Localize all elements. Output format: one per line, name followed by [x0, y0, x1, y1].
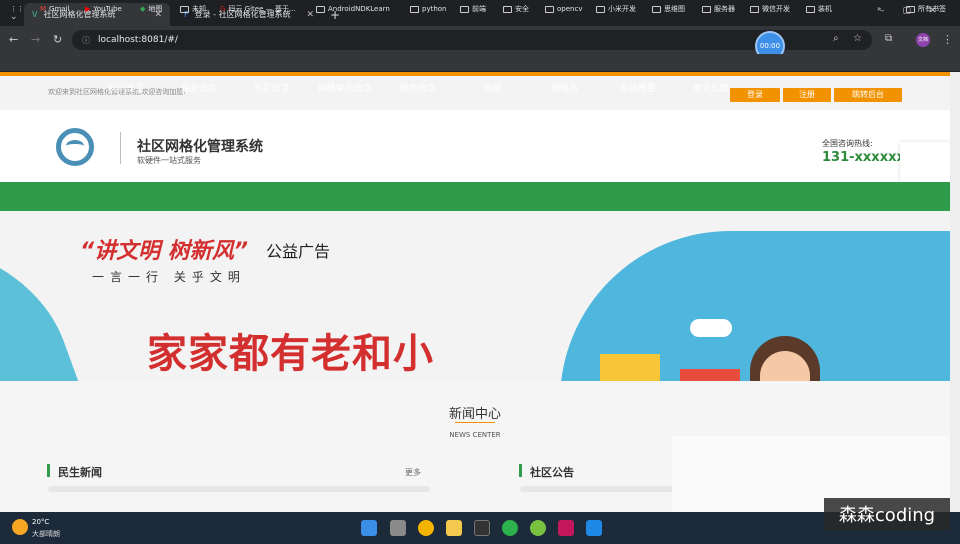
- bookmark-folder[interactable]: 服务器: [702, 2, 735, 16]
- banner-slogan-suffix: 公益广告: [266, 242, 331, 261]
- bookmark-folder[interactable]: 小米开发: [596, 2, 636, 16]
- extensions-icon[interactable]: ⧉: [885, 33, 892, 44]
- nav-grid-units[interactable]: 网格单元信息: [318, 81, 372, 94]
- main-nav: [0, 182, 950, 211]
- news-title: 新闻中心: [448, 407, 501, 422]
- vue-icon: V: [32, 10, 38, 19]
- bookmark-gmail[interactable]: M Gmail: [40, 2, 69, 16]
- bookmark-folder[interactable]: python: [410, 2, 447, 16]
- folder-icon: [460, 5, 469, 13]
- watermark: 森森coding: [824, 498, 950, 530]
- nav-latest[interactable]: 最新信息: [181, 81, 217, 94]
- wechat-icon[interactable]: [502, 520, 518, 536]
- nav-issues[interactable]: 问题: [483, 81, 501, 94]
- reload-icon[interactable]: ↻: [53, 33, 62, 46]
- terminal-icon[interactable]: [474, 520, 490, 536]
- zoom-icon[interactable]: ⌕: [833, 33, 839, 44]
- bookmark-star-icon[interactable]: ☆: [853, 33, 862, 44]
- building-illustration: [680, 369, 740, 381]
- weather-temp: 20°C: [32, 518, 50, 526]
- column-marker: [519, 464, 522, 477]
- site-info-icon[interactable]: ⓘ: [82, 35, 90, 46]
- admin-button[interactable]: 跳转后台: [834, 88, 902, 102]
- bookmark-folder[interactable]: 未知: [180, 2, 206, 16]
- folder-icon: [702, 5, 711, 13]
- folder-icon: [596, 5, 605, 13]
- folder-icon: [503, 5, 512, 13]
- login-button[interactable]: 登录: [730, 88, 780, 102]
- cloud-illustration: [690, 319, 732, 337]
- address-bar[interactable]: localhost:8081/#/: [72, 30, 872, 50]
- bookmark-maps[interactable]: ◆ 地图: [140, 2, 162, 16]
- start-icon[interactable]: [361, 520, 377, 536]
- task-view-icon[interactable]: [390, 520, 406, 536]
- folder-icon: [806, 5, 815, 13]
- news-item-placeholder[interactable]: [48, 486, 430, 492]
- building-illustration: [600, 354, 660, 381]
- site-title: 社区网格化管理系统: [137, 139, 263, 155]
- bookmark-youtube[interactable]: ▶ YouTube: [85, 2, 122, 16]
- vscode-icon[interactable]: [586, 520, 602, 536]
- nav-services[interactable]: 服务信息: [400, 81, 436, 94]
- banner-headline: 家家都有老和小: [147, 331, 434, 377]
- page-scrollbar[interactable]: [950, 72, 960, 512]
- url-text: localhost:8081/#/: [98, 35, 178, 45]
- app-icon[interactable]: [530, 520, 546, 536]
- all-bookmarks[interactable]: 所有书签: [906, 2, 946, 16]
- bookmark-folder[interactable]: 装机: [806, 2, 832, 16]
- close-tab-icon[interactable]: ✕: [306, 10, 314, 20]
- nav-overview[interactable]: 系统概要: [620, 81, 656, 94]
- banner-slogan: “讲文明 树新风”: [80, 239, 248, 264]
- menu-icon[interactable]: ⋮: [942, 33, 953, 46]
- folder-icon: [180, 5, 189, 13]
- bookmark-folder[interactable]: AndroidNDKLearn: [316, 2, 390, 16]
- header-divider: [120, 132, 121, 164]
- column-marker: [47, 464, 50, 477]
- nav-home[interactable]: 网站首页: [108, 81, 144, 94]
- back-icon[interactable]: ←: [9, 33, 18, 46]
- weather-desc: 大部晴朗: [32, 530, 60, 538]
- folder-icon: [410, 5, 419, 13]
- forward-icon[interactable]: →: [31, 33, 40, 46]
- nav-community[interactable]: 社区信息: [254, 81, 290, 94]
- bookmark-folder[interactable]: 前端: [460, 2, 486, 16]
- news-title-underline: [455, 422, 495, 423]
- site-subtitle: 软硬件一站式服务: [137, 156, 201, 165]
- folder-icon: [906, 5, 915, 13]
- nav-grid-staff[interactable]: 网格员: [551, 81, 578, 94]
- youtube-icon: ▶: [85, 5, 91, 13]
- chrome-icon[interactable]: [418, 520, 434, 536]
- more-bookmarks-icon[interactable]: »: [877, 2, 881, 16]
- nav-feedback[interactable]: 意见反馈: [693, 81, 729, 94]
- maps-icon: ◆: [140, 5, 146, 13]
- folder-icon: [652, 5, 661, 13]
- bookmarks-bar: [0, 54, 960, 72]
- bookmark-folder[interactable]: 微信开发: [750, 2, 790, 16]
- gmail-icon: M: [40, 5, 47, 13]
- folder-icon: [316, 5, 325, 13]
- page: 欢迎来到社区网格化管理系统,欢迎咨询加盟! 登录 注册 跳转后台 社区网格化管理…: [0, 72, 950, 512]
- more-link[interactable]: 更多: [405, 467, 421, 478]
- hotline-label: 全国咨询热线:: [822, 139, 873, 148]
- hotline-number: 131-xxxxxxxx: [822, 150, 902, 165]
- gitee-icon: G: [220, 5, 226, 13]
- folder-icon: [545, 5, 554, 13]
- bookmark-folder[interactable]: 安全: [503, 2, 529, 16]
- weather-icon[interactable]: [12, 519, 28, 535]
- logo-mark: [66, 140, 84, 152]
- banner-left-shape: [0, 251, 90, 381]
- ide-icon[interactable]: [558, 520, 574, 536]
- folder-icon: [750, 5, 759, 13]
- register-button[interactable]: 注册: [783, 88, 831, 102]
- bookmark-gitee[interactable]: G 码云 Gitee — 基于...: [220, 2, 296, 16]
- banner-subline: 一言一行 关乎文明: [92, 270, 246, 284]
- bookmark-folder[interactable]: opencv: [545, 2, 582, 16]
- apps-icon[interactable]: ⋮⋮: [10, 2, 24, 16]
- community-notice-title: 社区公告: [530, 466, 574, 479]
- livelihood-news-title: 民生新闻: [58, 466, 102, 479]
- profile-avatar[interactable]: 文档: [916, 33, 930, 47]
- bookmark-folder[interactable]: 思维图: [652, 2, 685, 16]
- file-explorer-icon[interactable]: [446, 520, 462, 536]
- banner[interactable]: “讲文明 树新风” 公益广告 一言一行 关乎文明 家家都有老和小: [0, 211, 950, 381]
